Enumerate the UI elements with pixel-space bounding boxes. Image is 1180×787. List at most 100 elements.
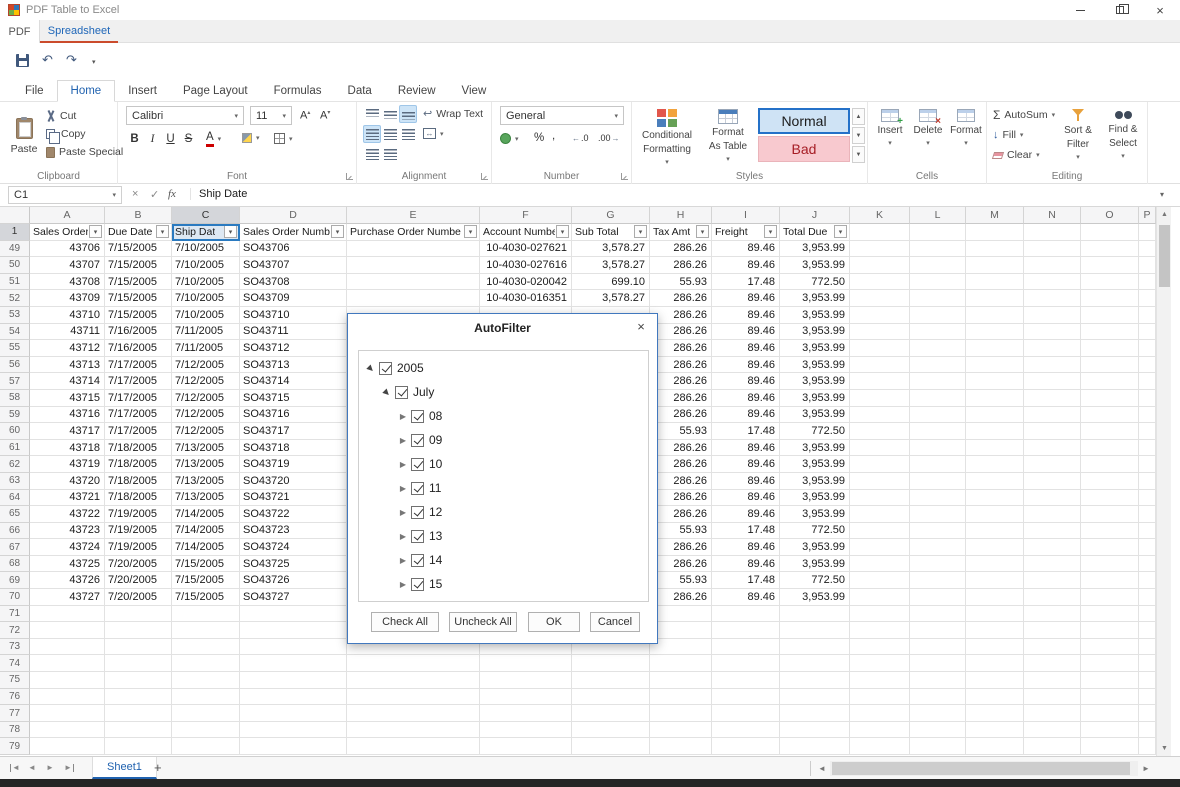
tree-item[interactable]: ▶ 11	[359, 476, 648, 500]
cell-N69[interactable]	[1024, 572, 1081, 590]
column-header-I[interactable]: I	[712, 207, 780, 224]
cell-L51[interactable]	[910, 273, 966, 291]
cell-C51[interactable]: 7/10/2005	[172, 273, 240, 291]
cell-C59[interactable]: 7/12/2005	[172, 406, 240, 424]
cell-N56[interactable]	[1024, 356, 1081, 374]
cell-I74[interactable]	[712, 655, 780, 673]
cell-K62[interactable]	[850, 456, 910, 473]
cell-P67[interactable]	[1139, 539, 1156, 556]
conditional-formatting-button[interactable]: Conditional Formatting ▾	[636, 105, 698, 166]
insert-function-icon[interactable]: fx	[168, 188, 176, 200]
cell-G74[interactable]	[572, 655, 650, 673]
cell-L50[interactable]	[910, 257, 966, 274]
cell-B76[interactable]	[105, 688, 172, 706]
cell-D74[interactable]	[240, 655, 347, 673]
redo-icon[interactable]: ↷	[66, 52, 77, 68]
checkbox[interactable]	[411, 409, 424, 423]
cell-B74[interactable]	[105, 655, 172, 673]
copy-button[interactable]: Copy	[46, 128, 86, 144]
cell-C62[interactable]: 7/13/2005	[172, 456, 240, 473]
collapse-arrow-icon[interactable]: ▶	[364, 361, 379, 376]
cell-O52[interactable]	[1081, 290, 1139, 307]
cell-K70[interactable]	[850, 589, 910, 606]
font-size-select[interactable]: 11 ▾	[250, 106, 292, 125]
cell-B68[interactable]: 7/20/2005	[105, 555, 172, 573]
cell-N68[interactable]	[1024, 555, 1081, 573]
cell-O69[interactable]	[1081, 572, 1139, 590]
cell-N74[interactable]	[1024, 655, 1081, 673]
cell-O73[interactable]	[1081, 638, 1139, 656]
cell-N64[interactable]	[1024, 489, 1081, 507]
cell-I57[interactable]: 89.46	[712, 373, 780, 390]
row-header-77[interactable]: 77	[0, 705, 30, 722]
cell-F77[interactable]	[480, 705, 572, 722]
cell-J67[interactable]: 3,953.99	[780, 539, 850, 556]
cell-I1[interactable]: Freight ▾	[712, 224, 780, 241]
cell-A66[interactable]: 43723	[30, 522, 105, 540]
column-header-B[interactable]: B	[105, 207, 172, 224]
cell-O72[interactable]	[1081, 622, 1139, 639]
cell-I58[interactable]: 89.46	[712, 389, 780, 407]
cell-A70[interactable]: 43727	[30, 589, 105, 606]
row-header-61[interactable]: 61	[0, 439, 30, 457]
number-format-select[interactable]: General ▾	[500, 106, 624, 125]
cell-C50[interactable]: 7/10/2005	[172, 257, 240, 274]
cell-C79[interactable]	[172, 738, 240, 755]
cell-H75[interactable]	[650, 672, 712, 689]
ribbon-tab-formulas[interactable]: Formulas	[261, 80, 335, 101]
cell-K61[interactable]	[850, 439, 910, 457]
cell-I63[interactable]: 89.46	[712, 472, 780, 490]
italic-button[interactable]: I	[144, 130, 161, 148]
cell-K79[interactable]	[850, 738, 910, 755]
cell-P65[interactable]	[1139, 506, 1156, 523]
formula-bar-expand-icon[interactable]: ▾	[1160, 190, 1164, 199]
add-sheet-button[interactable]: +	[154, 760, 162, 775]
cell-I72[interactable]	[712, 622, 780, 639]
cell-L64[interactable]	[910, 489, 966, 507]
cell-B56[interactable]: 7/17/2005	[105, 356, 172, 374]
cell-G52[interactable]: 3,578.27	[572, 290, 650, 307]
bold-button[interactable]: B	[126, 130, 143, 148]
decrease-decimal-button[interactable]: .00 →	[598, 133, 620, 143]
cell-C76[interactable]	[172, 688, 240, 706]
cell-D68[interactable]: SO43725	[240, 555, 347, 573]
cell-O79[interactable]	[1081, 738, 1139, 755]
filter-button-G[interactable]: ▾	[634, 225, 647, 239]
cell-B67[interactable]: 7/19/2005	[105, 539, 172, 556]
align-middle-button[interactable]	[381, 105, 399, 123]
restore-button[interactable]	[1100, 0, 1140, 20]
cell-B66[interactable]: 7/19/2005	[105, 522, 172, 540]
cell-M77[interactable]	[966, 705, 1024, 722]
checkbox[interactable]	[411, 505, 424, 519]
cell-E76[interactable]	[347, 688, 480, 706]
cell-J55[interactable]: 3,953.99	[780, 340, 850, 357]
cell-M53[interactable]	[966, 306, 1024, 324]
cell-P58[interactable]	[1139, 389, 1156, 407]
cell-M72[interactable]	[966, 622, 1024, 639]
cell-N51[interactable]	[1024, 273, 1081, 291]
cell-I54[interactable]: 89.46	[712, 323, 780, 341]
insert-cells-button[interactable]: + Insert ▾	[872, 105, 908, 147]
cell-L71[interactable]	[910, 605, 966, 623]
paste-special-button[interactable]: Paste Special	[46, 146, 123, 158]
cancel-icon[interactable]: ×	[132, 188, 138, 200]
cell-A59[interactable]: 43716	[30, 406, 105, 424]
cell-C71[interactable]	[172, 605, 240, 623]
row-header-49[interactable]: 49	[0, 240, 30, 258]
close-button[interactable]: ×	[1140, 0, 1180, 20]
cell-C74[interactable]	[172, 655, 240, 673]
row-header-53[interactable]: 53	[0, 306, 30, 324]
tree-item[interactable]: ▶ 14	[359, 548, 648, 572]
checkbox[interactable]	[379, 361, 392, 375]
cell-D65[interactable]: SO43722	[240, 506, 347, 523]
expand-arrow-icon[interactable]: ▶	[397, 532, 409, 541]
font-family-select[interactable]: Calibri ▾	[126, 106, 244, 125]
cell-A68[interactable]: 43725	[30, 555, 105, 573]
tree-item[interactable]: ▶ 12	[359, 500, 648, 524]
cell-A52[interactable]: 43709	[30, 290, 105, 307]
cell-C49[interactable]: 7/10/2005	[172, 240, 240, 258]
row-header-74[interactable]: 74	[0, 655, 30, 673]
cell-P54[interactable]	[1139, 323, 1156, 341]
cell-E50[interactable]	[347, 257, 480, 274]
cell-O59[interactable]	[1081, 406, 1139, 424]
